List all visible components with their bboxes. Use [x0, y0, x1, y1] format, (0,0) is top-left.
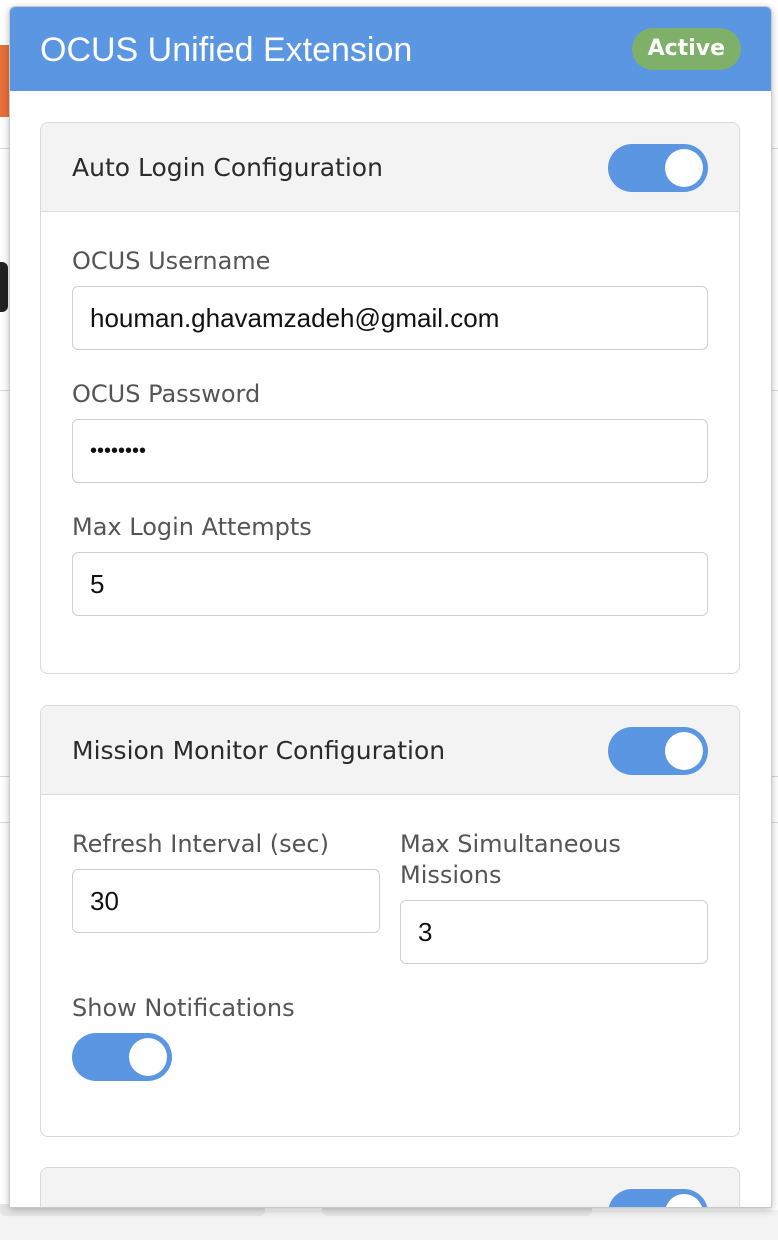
- background-glyph: [0, 262, 8, 312]
- refresh-interval-input[interactable]: 30: [72, 869, 380, 933]
- mission-monitor-toggle[interactable]: [608, 727, 708, 775]
- auto-login-card-header: Auto Login Configuration: [41, 123, 739, 212]
- username-input[interactable]: houman.ghavamzadeh@gmail.com: [72, 286, 708, 350]
- popup-title: OCUS Unified Extension: [40, 31, 413, 69]
- toggle-knob: [665, 732, 703, 770]
- auto-login-toggle[interactable]: [608, 144, 708, 192]
- mission-monitor-card-header: Mission Monitor Configuration: [41, 706, 739, 795]
- toggle-knob: [665, 1194, 703, 1207]
- max-missions-input[interactable]: 3: [400, 900, 708, 964]
- password-input[interactable]: ••••••••: [72, 419, 708, 483]
- mission-acceptor-toggle[interactable]: [608, 1189, 708, 1207]
- extension-popup: OCUS Unified Extension Active Auto Login…: [9, 6, 772, 1208]
- toggle-knob: [129, 1038, 167, 1076]
- auto-login-card: Auto Login Configuration OCUS Username h…: [40, 122, 740, 674]
- max-login-attempts-input[interactable]: 5: [72, 552, 708, 616]
- password-label: OCUS Password: [72, 380, 261, 408]
- toggle-knob: [665, 149, 703, 187]
- show-notifications-toggle[interactable]: [72, 1033, 172, 1081]
- max-login-attempts-label: Max Login Attempts: [72, 513, 312, 541]
- username-label: OCUS Username: [72, 247, 271, 275]
- max-missions-label-line2: Missions: [400, 861, 502, 889]
- auto-login-title: Auto Login Configuration: [72, 153, 383, 182]
- max-missions-label-line1: Max Simultaneous: [400, 830, 621, 858]
- mission-monitor-title: Mission Monitor Configuration: [72, 736, 446, 765]
- show-notifications-label: Show Notifications: [72, 994, 295, 1022]
- mission-acceptor-card: [40, 1167, 740, 1207]
- refresh-interval-label: Refresh Interval (sec): [72, 830, 329, 858]
- mission-monitor-card: Mission Monitor Configuration Refresh In…: [40, 705, 740, 1137]
- popup-header: OCUS Unified Extension Active: [10, 7, 771, 91]
- status-badge: Active: [631, 28, 741, 70]
- mission-acceptor-card-header: [41, 1168, 739, 1207]
